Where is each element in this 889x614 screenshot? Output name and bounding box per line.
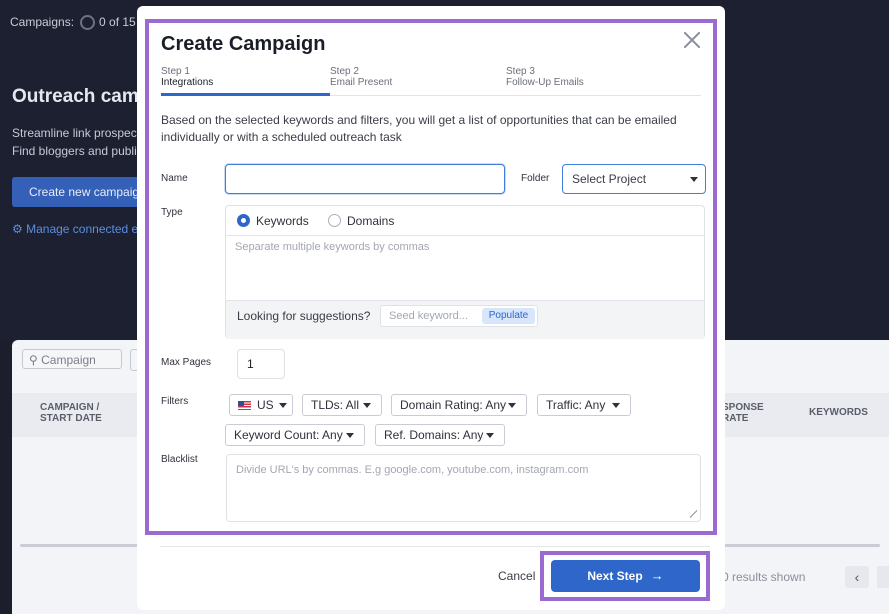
- keyword-count-filter[interactable]: Keyword Count: Any: [225, 424, 365, 446]
- filters-label: Filters: [161, 396, 189, 407]
- chevron-down-icon: [508, 403, 516, 408]
- traffic-filter-value: Traffic: Any: [546, 398, 606, 412]
- name-input[interactable]: [225, 164, 505, 194]
- page-title: Outreach cam: [12, 86, 139, 107]
- keywords-divider: [226, 235, 704, 236]
- manage-connected-label: Manage connected e: [26, 222, 139, 236]
- footer-divider: [160, 546, 710, 547]
- step-label: Email Present: [330, 77, 393, 88]
- traffic-filter[interactable]: Traffic: Any: [537, 394, 631, 416]
- folder-select[interactable]: Select Project: [562, 164, 706, 194]
- keywords-textarea[interactable]: Separate multiple keywords by commas: [235, 241, 429, 253]
- radio-domains[interactable]: [328, 214, 341, 227]
- radio-keywords[interactable]: [237, 214, 250, 227]
- campaigns-count: 0 of 15: [99, 15, 136, 29]
- next-step-label: Next Step: [587, 569, 643, 583]
- column-response-label: SPONSE: [722, 402, 764, 413]
- pager-prev-button[interactable]: ‹: [845, 566, 869, 588]
- suggestions-label: Looking for suggestions?: [237, 309, 371, 323]
- campaign-search-placeholder: Campaign: [41, 353, 96, 367]
- radio-keywords-label[interactable]: Keywords: [256, 214, 309, 228]
- manage-connected-link[interactable]: ⚙ Manage connected e: [12, 222, 138, 236]
- us-flag-icon: [238, 401, 251, 410]
- active-step-indicator: [161, 93, 330, 96]
- modal-description: Based on the selected keywords and filte…: [161, 113, 677, 144]
- column-campaign-label: CAMPAIGN /: [40, 402, 100, 413]
- step-number: Step 1: [161, 66, 190, 77]
- blacklist-textarea[interactable]: Divide URL's by commas. E.g google.com, …: [226, 454, 701, 522]
- radio-domains-label[interactable]: Domains: [347, 214, 394, 228]
- chevron-down-icon: [346, 433, 354, 438]
- step-label: Follow-Up Emails: [506, 77, 584, 88]
- step-number: Step 2: [330, 66, 359, 77]
- page-subtitle: Streamline link prospect Find bloggers a…: [12, 124, 142, 160]
- campaigns-counter: Campaigns: 0 of 15: [10, 15, 136, 30]
- column-rate-label: RATE: [722, 413, 749, 424]
- tlds-filter[interactable]: TLDs: All: [302, 394, 382, 416]
- step-2-tab[interactable]: Step 2 Email Present: [330, 66, 392, 88]
- campaign-search-input[interactable]: ⚲ Campaign: [22, 349, 122, 369]
- step-label: Integrations: [161, 77, 214, 88]
- progress-ring-icon: [80, 15, 96, 30]
- subtitle-line-1: Streamline link prospect: [12, 126, 141, 140]
- keyword-count-filter-value: Keyword Count: Any: [234, 428, 343, 442]
- cancel-button[interactable]: Cancel: [498, 569, 535, 583]
- max-pages-label: Max Pages: [161, 357, 212, 368]
- arrow-right-icon: →: [650, 568, 664, 583]
- step-3-tab[interactable]: Step 3 Follow-Up Emails: [506, 66, 584, 88]
- create-campaign-button[interactable]: Create new campaig: [12, 177, 140, 207]
- country-filter[interactable]: US: [229, 394, 293, 416]
- results-count: 0 results shown: [722, 570, 806, 584]
- subtitle-line-2: Find bloggers and publi: [12, 144, 137, 158]
- next-step-button[interactable]: Next Step →: [551, 560, 700, 592]
- country-filter-value: US: [257, 398, 274, 412]
- column-response-rate[interactable]: SPONSE RATE: [722, 402, 764, 424]
- column-keywords[interactable]: KEYWORDS: [809, 407, 868, 418]
- close-icon[interactable]: [681, 29, 703, 51]
- type-label: Type: [161, 207, 183, 218]
- tlds-filter-value: TLDs: All: [311, 398, 360, 412]
- max-pages-input[interactable]: 1: [237, 349, 285, 379]
- ref-domains-filter-value: Ref. Domains: Any: [384, 428, 484, 442]
- chevron-down-icon: [279, 403, 287, 408]
- chevron-down-icon: [690, 177, 698, 182]
- domain-rating-filter[interactable]: Domain Rating: Any: [391, 394, 527, 416]
- folder-label: Folder: [521, 173, 550, 184]
- column-start-date-label: START DATE: [40, 413, 102, 424]
- step-number: Step 3: [506, 66, 535, 77]
- pager-next-button[interactable]: [877, 566, 889, 588]
- folder-select-value: Select Project: [572, 172, 647, 186]
- column-campaign[interactable]: CAMPAIGN / START DATE: [40, 402, 102, 424]
- chevron-down-icon: [363, 403, 371, 408]
- domain-rating-filter-value: Domain Rating: Any: [400, 398, 507, 412]
- blacklist-label: Blacklist: [161, 454, 198, 465]
- name-label: Name: [161, 173, 188, 184]
- campaigns-label: Campaigns:: [10, 15, 75, 29]
- ref-domains-filter[interactable]: Ref. Domains: Any: [375, 424, 505, 446]
- modal-title: Create Campaign: [161, 33, 326, 55]
- gear-icon: ⚙: [12, 222, 23, 236]
- resize-handle-icon[interactable]: [690, 510, 698, 518]
- search-icon: ⚲: [29, 353, 38, 367]
- chevron-down-icon: [486, 433, 494, 438]
- populate-button[interactable]: Populate: [482, 308, 535, 324]
- chevron-down-icon: [612, 403, 620, 408]
- step-1-tab[interactable]: Step 1 Integrations: [161, 66, 213, 88]
